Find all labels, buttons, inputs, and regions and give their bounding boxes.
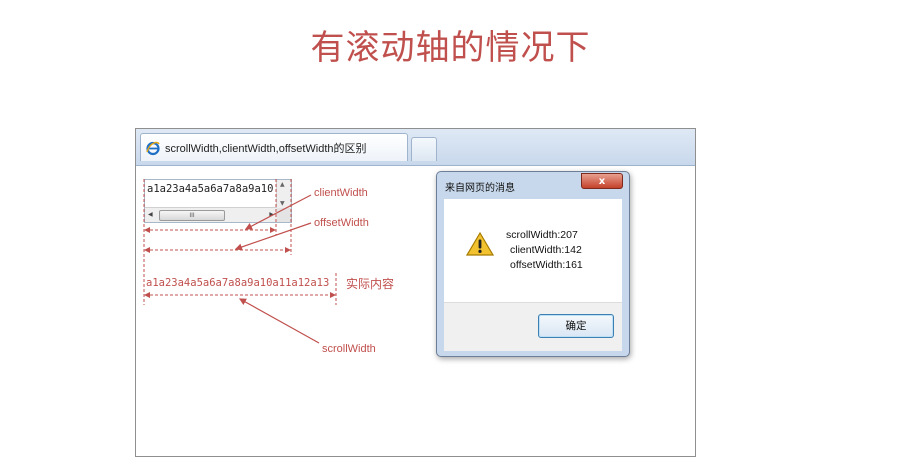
scroll-width-value: scrollWidth:207 xyxy=(506,229,578,241)
dialog-title: 来自网页的消息 xyxy=(445,183,515,194)
alert-dialog: 来自网页的消息 x scrollWidth:207 clientWidth:14… xyxy=(436,171,630,357)
close-button[interactable]: x xyxy=(581,173,623,189)
offset-width-pointer xyxy=(234,222,312,251)
dialog-body: scrollWidth:207 clientWidth:142 offsetWi… xyxy=(444,199,622,302)
warning-icon xyxy=(465,231,495,261)
ok-button[interactable]: 确定 xyxy=(538,314,614,338)
annotation-overlay xyxy=(143,179,337,344)
client-width-value: clientWidth:142 xyxy=(510,244,582,256)
new-tab-button[interactable] xyxy=(411,137,437,161)
browser-tab[interactable]: scrollWidth,clientWidth,offsetWidth的区别 xyxy=(140,133,408,161)
scroll-width-pointer xyxy=(238,298,320,344)
tab-strip: scrollWidth,clientWidth,offsetWidth的区别 xyxy=(136,129,695,166)
tab-title: scrollWidth,clientWidth,offsetWidth的区别 xyxy=(165,142,367,155)
ie-browser-icon xyxy=(145,140,161,156)
dialog-footer: 确定 xyxy=(444,302,622,351)
client-width-pointer xyxy=(244,194,312,230)
slide-title: 有滚动轴的情况下 xyxy=(310,28,591,68)
offset-width-value: offsetWidth:161 xyxy=(510,259,583,271)
